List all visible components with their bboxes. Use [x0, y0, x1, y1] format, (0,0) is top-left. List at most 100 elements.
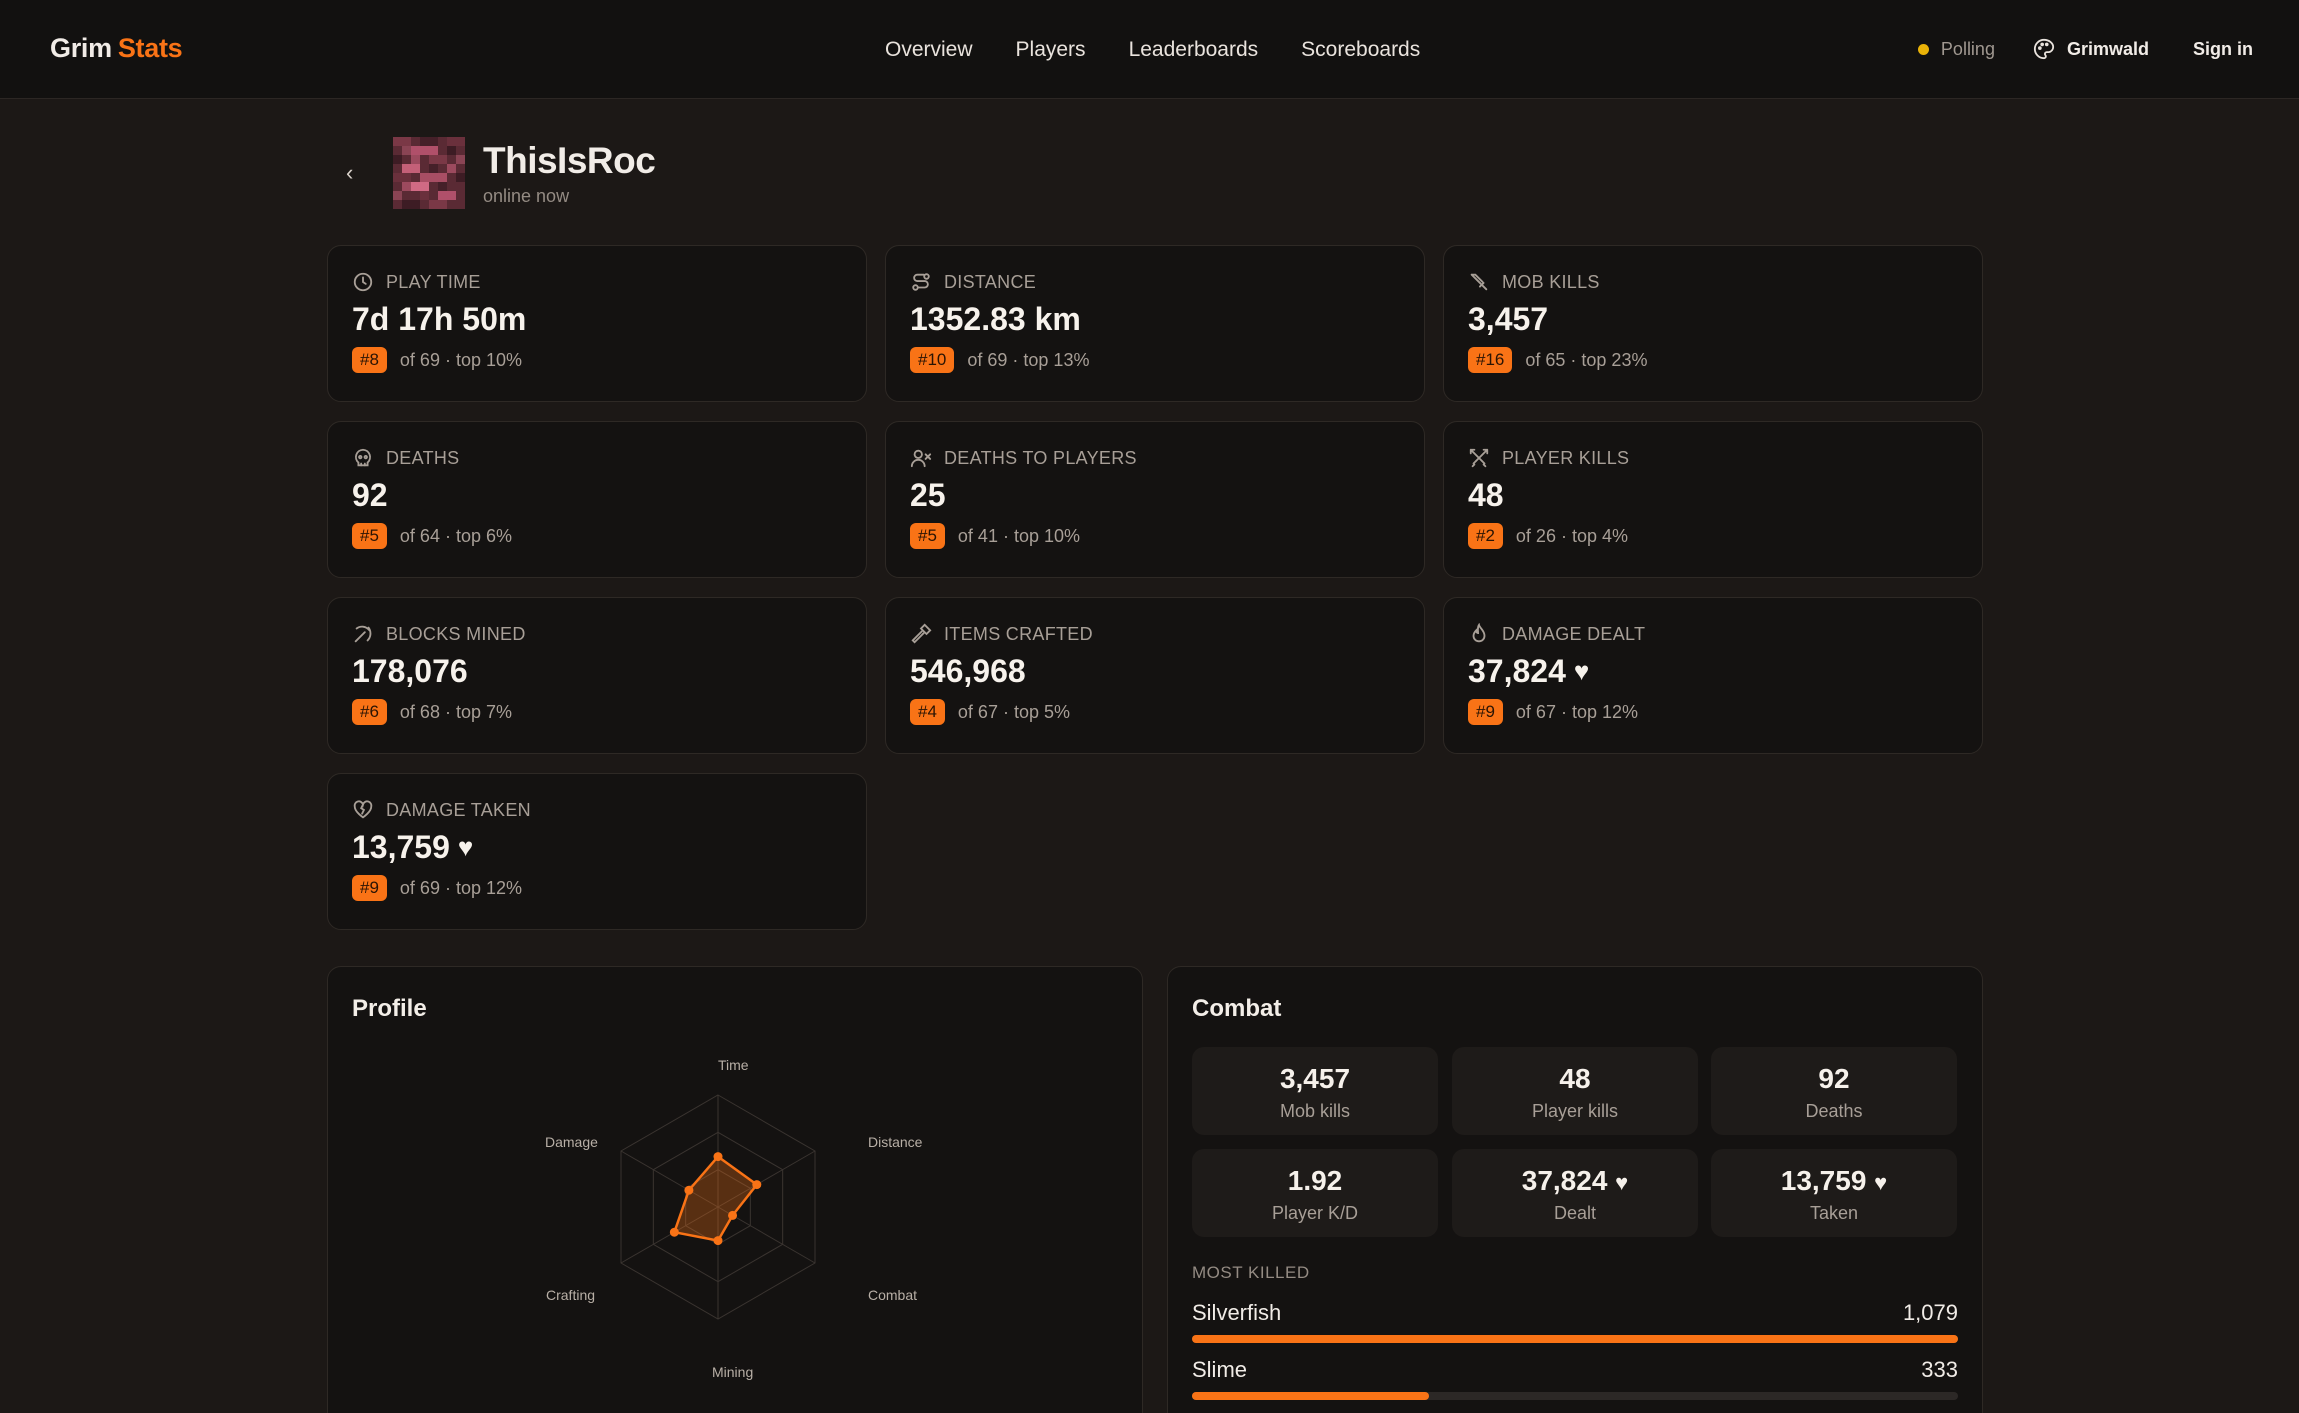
rank-badge: #9: [352, 875, 387, 901]
combat-tile-kd: 1.92 Player K/D: [1192, 1149, 1438, 1237]
stat-card-mob-kills[interactable]: MOB KILLS 3,457 #16 of 65 · top 23%: [1443, 245, 1983, 402]
radar-point-crafting: [669, 1227, 679, 1237]
combat-tile-deaths: 92 Deaths: [1711, 1047, 1957, 1135]
radar-point-mining: [713, 1236, 723, 1246]
brand-logo[interactable]: Grim Stats: [50, 33, 183, 64]
stat-card-blocks-mined[interactable]: BLOCKS MINED 178,076 #6 of 68 · top 7%: [327, 597, 867, 754]
stat-label-row: MOB KILLS: [1468, 271, 1600, 293]
rank-text: of 65 · top 23%: [1525, 349, 1648, 370]
profile-radar-chart: [620, 1094, 816, 1320]
tile-value: 92: [1818, 1063, 1850, 1094]
tile-label: Deaths: [1805, 1101, 1863, 1121]
skull-icon: [355, 448, 371, 467]
rank-badge: #9: [1468, 699, 1503, 725]
stat-rank-row: #4 of 67 · top 5%: [910, 699, 1070, 725]
combat-panel: Combat 3,457 Mob kills 48 Player kills 9…: [1167, 966, 1983, 1413]
stat-rank-row: #8 of 69 · top 10%: [352, 347, 522, 373]
rank-text: of 41 · top 10%: [957, 525, 1081, 546]
server-name: Grimwald: [2066, 38, 2149, 59]
stat-card-player-kills[interactable]: PLAYER KILLS 48 #2 of 26 · top 4%: [1443, 421, 1983, 578]
tile-label: Taken: [1809, 1203, 1859, 1223]
nav-players[interactable]: Players: [1016, 38, 1086, 62]
stat-card-damage-dealt[interactable]: DAMAGE DEALT 37,824 ♥ #9 of 67 · top 12%: [1443, 597, 1983, 754]
stat-value-row: 37,824 ♥: [1468, 653, 1589, 690]
stat-label: ITEMS CRAFTED: [944, 623, 1093, 644]
most-killed-title: MOST KILLED: [1192, 1263, 1310, 1282]
tile-label: Mob kills: [1279, 1101, 1350, 1121]
main-nav: Overview Players Leaderboards Scoreboard…: [885, 38, 1420, 62]
brand-name-primary: Grim: [50, 33, 112, 63]
stat-card-play-time[interactable]: PLAY TIME 7d 17h 50m #8 of 69 · top 10%: [327, 245, 867, 402]
radar-point-time: [713, 1152, 723, 1162]
stat-card-damage-taken[interactable]: DAMAGE TAKEN 13,759 ♥ #9 of 69 · top 12%: [327, 773, 867, 930]
heart-icon: ♥: [1874, 1170, 1888, 1195]
clock-icon: [353, 272, 373, 292]
stat-label: DAMAGE DEALT: [1502, 623, 1646, 644]
mob-count: 333: [1921, 1357, 1958, 1382]
tile-value-row: 37,824 ♥: [1452, 1165, 1698, 1197]
nav-leaderboards[interactable]: Leaderboards: [1129, 38, 1259, 62]
stat-rank-row: #5 of 64 · top 6%: [352, 523, 512, 549]
tile-value: 48: [1559, 1063, 1591, 1094]
stat-card-deaths[interactable]: DEATHS 92 #5 of 64 · top 6%: [327, 421, 867, 578]
stat-label-row: DEATHS: [352, 447, 459, 469]
stat-value: 25: [910, 477, 946, 513]
tile-value: 3,457: [1279, 1063, 1351, 1094]
progress-fill: [1192, 1335, 1958, 1343]
rank-text: of 64 · top 6%: [399, 525, 512, 546]
stat-card-deaths-to-players[interactable]: DEATHS TO PLAYERS 25 #5 of 41 · top 10%: [885, 421, 1425, 578]
tile-value-row: 13,759 ♥: [1711, 1165, 1957, 1197]
rank-text: of 67 · top 12%: [1515, 701, 1639, 722]
stat-label: DISTANCE: [944, 271, 1037, 292]
polling-label: Polling: [1940, 38, 1995, 59]
radar-label-distance: Distance: [868, 1134, 923, 1150]
radar-point-combat: [728, 1210, 738, 1220]
polling-status: Polling: [1917, 38, 1995, 60]
nav-overview[interactable]: Overview: [885, 38, 973, 62]
stat-label-row: PLAY TIME: [352, 271, 481, 293]
stat-label: BLOCKS MINED: [386, 623, 526, 644]
avatar: [393, 137, 465, 209]
header-actions: Polling Grimwald Sign in: [1917, 38, 2253, 60]
sword-icon: [1470, 273, 1488, 291]
radar-point-damage: [684, 1185, 694, 1195]
stat-value: 546,968: [910, 653, 1026, 689]
rank-badge: #16: [1468, 347, 1513, 373]
heart-icon: ♥: [1573, 656, 1590, 686]
back-button[interactable]: ‹: [346, 160, 353, 186]
profile-panel: Profile Time Distance Combat Mining Craf…: [327, 966, 1143, 1413]
stat-rank-row: #6 of 68 · top 7%: [352, 699, 512, 725]
combat-tile-player-kills: 48 Player kills: [1452, 1047, 1698, 1135]
stat-card-distance[interactable]: DISTANCE 1352.83 km #10 of 69 · top 13%: [885, 245, 1425, 402]
sign-in-button[interactable]: Sign in: [2193, 39, 2253, 60]
stat-label-row: PLAYER KILLS: [1468, 447, 1629, 469]
stat-rank-row: #5 of 41 · top 10%: [910, 523, 1080, 549]
stat-label: DEATHS TO PLAYERS: [944, 447, 1137, 468]
mob-name: Slime: [1192, 1357, 1248, 1382]
combat-tile-dealt: 37,824 ♥ Dealt: [1452, 1149, 1698, 1237]
rank-badge: #5: [910, 523, 945, 549]
rank-text: of 68 · top 7%: [399, 701, 512, 722]
rank-text: of 69 · top 13%: [967, 349, 1090, 370]
stat-label-row: DEATHS TO PLAYERS: [910, 447, 1137, 469]
tile-label: Player kills: [1531, 1101, 1619, 1121]
radar-label-time: Time: [718, 1057, 749, 1073]
stat-label-row: DISTANCE: [910, 271, 1036, 293]
stat-label: PLAY TIME: [386, 271, 481, 292]
tile-label: Player K/D: [1271, 1203, 1359, 1223]
stat-rank-row: #9 of 67 · top 12%: [1468, 699, 1638, 725]
stat-label: MOB KILLS: [1502, 271, 1600, 292]
mob-count: 1,079: [1902, 1300, 1958, 1325]
stat-rank-row: #9 of 69 · top 12%: [352, 875, 522, 901]
stat-label-row: BLOCKS MINED: [352, 623, 526, 645]
status-dot-icon: [1917, 43, 1929, 55]
radar-label-damage: Damage: [545, 1134, 598, 1150]
server-selector[interactable]: Grimwald: [2033, 38, 2149, 60]
rank-text: of 69 · top 12%: [399, 877, 523, 898]
stat-card-items-crafted[interactable]: ITEMS CRAFTED 546,968 #4 of 67 · top 5%: [885, 597, 1425, 754]
nav-scoreboards[interactable]: Scoreboards: [1301, 38, 1420, 62]
stat-value: 178,076: [352, 653, 468, 689]
progress-fill: [1192, 1392, 1430, 1400]
tile-value: 13,759: [1780, 1165, 1867, 1196]
route-icon: [912, 273, 930, 291]
